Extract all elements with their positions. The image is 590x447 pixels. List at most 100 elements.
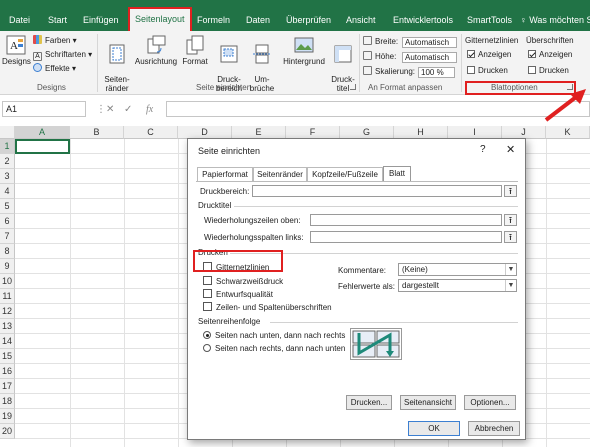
ribbon-separator <box>461 34 462 92</box>
tab-datei[interactable]: Datei <box>9 7 30 31</box>
breite-select[interactable]: Automatisch <box>402 37 457 48</box>
column-header[interactable]: B <box>70 126 124 139</box>
tab-ueberpruefen[interactable]: Überprüfen <box>286 7 331 31</box>
row-header[interactable]: 2 <box>0 154 15 169</box>
ok-button[interactable]: OK <box>408 421 460 436</box>
tab-papierformat[interactable]: Papierformat <box>197 167 253 181</box>
row-header[interactable]: 6 <box>0 214 15 229</box>
format-button[interactable]: Format <box>180 35 210 66</box>
druckbereich-input[interactable] <box>252 185 502 197</box>
scale-icon <box>363 66 372 75</box>
row-header[interactable]: 7 <box>0 229 15 244</box>
tell-me-label: Was möchten S <box>529 15 590 25</box>
umbrueche-button[interactable]: Um- brüche <box>248 35 276 93</box>
name-box-value: A1 <box>6 104 18 114</box>
row-header[interactable]: 18 <box>0 394 15 409</box>
tab-daten[interactable]: Daten <box>246 7 270 31</box>
drucken-button[interactable]: Drucken... <box>346 395 392 410</box>
row-header[interactable]: 16 <box>0 364 15 379</box>
group-label-an-format: An Format anpassen <box>368 83 443 92</box>
row-header[interactable]: 8 <box>0 244 15 259</box>
tab-entwicklertools[interactable]: Entwicklertools <box>393 7 453 31</box>
collapse-dialog-icon[interactable]: ⭱ <box>504 185 517 197</box>
seite-einrichten-launcher-icon[interactable] <box>350 84 356 90</box>
margins-icon <box>107 44 127 64</box>
schriftarten-button[interactable]: A Schriftarten ▾ <box>33 49 92 61</box>
row-header[interactable]: 10 <box>0 274 15 289</box>
row-header[interactable]: 3 <box>0 169 15 184</box>
column-header[interactable]: A <box>15 126 70 139</box>
tab-blatt[interactable]: Blatt <box>383 166 411 181</box>
tab-ansicht[interactable]: Ansicht <box>346 7 376 31</box>
effekte-button[interactable]: Effekte ▾ <box>33 63 76 75</box>
fehlerwerte-value: dargestellt <box>402 281 439 290</box>
seitenraender-button[interactable]: Seiten- ränder <box>102 35 132 93</box>
skalierung-label-row: Skalierung: <box>363 66 415 78</box>
select-all-corner[interactable] <box>0 126 15 139</box>
formula-bar: A1 ⋮ ✕ ✓ fx <box>0 96 590 122</box>
tab-seitenlayout[interactable]: Seitenlayout <box>128 7 192 31</box>
row-header[interactable]: 14 <box>0 334 15 349</box>
collapse-dialog-icon[interactable]: ⭱ <box>504 214 517 226</box>
row-header[interactable]: 19 <box>0 409 15 424</box>
help-icon[interactable]: ? <box>480 144 486 155</box>
tab-smarttools[interactable]: SmartTools <box>467 7 512 31</box>
close-icon[interactable]: ✕ <box>506 143 515 156</box>
cancel-icon[interactable]: ✕ <box>106 104 114 115</box>
schwarzweiss-checkbox[interactable]: Schwarzweißdruck <box>203 276 283 287</box>
row-header[interactable]: 15 <box>0 349 15 364</box>
optionen-button[interactable]: Optionen... <box>464 395 516 410</box>
tab-start[interactable]: Start <box>48 7 67 31</box>
kommentare-select[interactable]: (Keine) ▼ <box>398 263 517 276</box>
tab-formeln[interactable]: Formeln <box>197 7 230 31</box>
tell-me-search[interactable]: ♀ Was möchten S <box>520 7 590 31</box>
ausrichtung-button[interactable]: Ausrichtung <box>134 35 178 66</box>
row-header[interactable]: 11 <box>0 289 15 304</box>
umbrueche-label: Um- brüche <box>249 75 275 93</box>
background-icon <box>294 35 314 55</box>
seitenansicht-button[interactable]: Seitenansicht <box>400 395 456 410</box>
designs-button[interactable]: A Designs <box>2 35 31 66</box>
tab-seitenraender[interactable]: Seitenränder <box>253 167 307 181</box>
kommentare-value: (Keine) <box>402 265 428 274</box>
function-icon[interactable]: fx <box>146 104 153 115</box>
tab-kopfzeile-fusszeile[interactable]: Kopfzeile/Fußzeile <box>307 167 383 181</box>
row-header[interactable]: 13 <box>0 319 15 334</box>
wdh-spalten-input[interactable] <box>310 231 502 243</box>
ueber-anzeigen-checkbox[interactable]: Anzeigen <box>528 49 572 61</box>
hintergrund-button[interactable]: Hintergrund <box>280 35 328 66</box>
gitter-anzeigen-checkbox[interactable]: Anzeigen <box>467 49 511 61</box>
radio-nach-unten[interactable]: Seiten nach unten, dann nach rechts <box>203 331 345 341</box>
column-header[interactable]: K <box>546 126 590 139</box>
row-header[interactable]: 17 <box>0 379 15 394</box>
row-header[interactable]: 9 <box>0 259 15 274</box>
entwurf-checkbox[interactable]: Entwurfsqualität <box>203 289 273 300</box>
tab-einfuegen[interactable]: Einfügen <box>83 7 119 31</box>
row-header[interactable]: 20 <box>0 424 15 439</box>
row-header[interactable]: 4 <box>0 184 15 199</box>
abbrechen-button[interactable]: Abbrechen <box>468 421 520 436</box>
skalierung-value: 100 % <box>421 68 444 77</box>
enter-icon[interactable]: ✓ <box>124 104 132 115</box>
effekte-label: Effekte <box>45 64 70 73</box>
collapse-dialog-icon[interactable]: ⭱ <box>504 231 517 243</box>
formula-input[interactable] <box>166 101 590 117</box>
fehlerwerte-select[interactable]: dargestellt ▼ <box>398 279 517 292</box>
wdh-zeilen-input[interactable] <box>310 214 502 226</box>
row-header[interactable]: 5 <box>0 199 15 214</box>
radio-nach-unten-label: Seiten nach unten, dann nach rechts <box>215 331 346 340</box>
row-header[interactable]: 1 <box>0 139 15 154</box>
checkbox-empty-icon <box>203 302 212 311</box>
farben-button[interactable]: Farben ▾ <box>33 35 77 47</box>
hoehe-select[interactable]: Automatisch <box>402 52 457 63</box>
name-box[interactable]: A1 <box>2 101 86 117</box>
row-header[interactable]: 12 <box>0 304 15 319</box>
active-cell-a1[interactable] <box>15 139 70 154</box>
column-header[interactable]: C <box>124 126 178 139</box>
skalierung-input[interactable]: 100 % <box>418 67 455 78</box>
zeilen-spalten-checkbox[interactable]: Zeilen- und Spaltenüberschriften <box>203 302 332 313</box>
radio-nach-rechts[interactable]: Seiten nach rechts, dann nach unten <box>203 344 345 354</box>
gitter-drucken-checkbox[interactable]: Drucken <box>467 65 508 77</box>
seitenraender-label: Seiten- ränder <box>104 75 130 93</box>
ueber-drucken-checkbox[interactable]: Drucken <box>528 65 569 77</box>
